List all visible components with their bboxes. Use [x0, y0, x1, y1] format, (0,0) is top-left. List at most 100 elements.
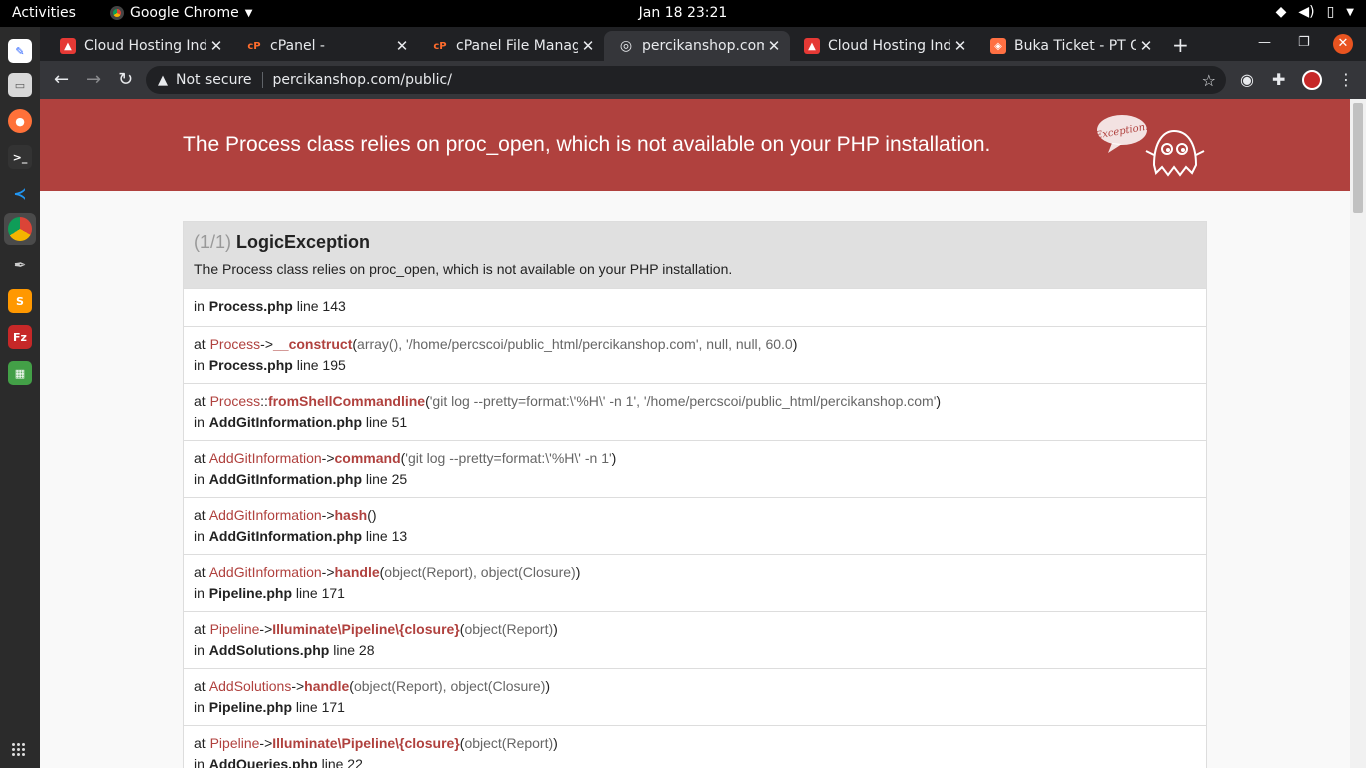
dock: ✎ ▭ ● >_ ≺ ✒ S Fz ▦	[0, 27, 40, 768]
spreadsheet-icon[interactable]: ▦	[8, 361, 32, 385]
frame-function: __construct	[273, 336, 353, 352]
frame-in-label: in	[194, 414, 205, 430]
inkscape-icon[interactable]: ✒	[8, 253, 32, 277]
frame-file: Pipeline.php	[208, 585, 293, 601]
frame-args-close: )	[575, 564, 581, 580]
text-editor-icon[interactable]: ✎	[8, 39, 32, 63]
frame-args: 'git log --pretty=format:\'%H\' -n 1', '…	[429, 393, 937, 409]
frame-class: AddGitInformation	[208, 564, 322, 580]
frame-file: AddQueries.php	[208, 756, 318, 768]
trace-frame: at Pipeline->Illuminate\Pipeline\{closur…	[184, 611, 1206, 668]
frame-class: Pipeline	[209, 735, 260, 751]
frame-at-label: at	[194, 621, 206, 637]
minimize-button[interactable]: —	[1258, 35, 1271, 50]
wifi-icon: ◆	[1275, 4, 1287, 20]
chrome-icon[interactable]	[8, 217, 32, 241]
url-text[interactable]: percikanshop.com/public/	[273, 72, 452, 88]
frame-args: object(Report), object(Closure)	[353, 678, 546, 694]
scrollbar-thumb[interactable]	[1353, 103, 1363, 213]
warning-icon[interactable]: ▲	[158, 73, 168, 88]
close-icon[interactable]: ✕	[764, 37, 784, 55]
tab-cpanel-file-manager[interactable]: cP cPanel File Manag ✕	[418, 31, 604, 61]
extension-icon[interactable]: ◉	[1240, 70, 1254, 89]
close-icon[interactable]: ✕	[578, 37, 598, 55]
more-menu-icon[interactable]: ⋮	[1338, 70, 1354, 89]
frame-args: object(Report)	[464, 621, 554, 637]
show-apps-icon[interactable]	[12, 743, 26, 757]
frame-in-label: in	[194, 357, 205, 373]
frame-at-label: at	[194, 393, 206, 409]
frame-location: in Pipeline.php line 171	[194, 699, 1196, 715]
firefox-icon[interactable]: ●	[8, 109, 32, 133]
frame-in-label: in	[194, 528, 205, 544]
security-status[interactable]: Not secure	[176, 72, 252, 88]
tab-percikanshop[interactable]: ◎ percikanshop.com ✕	[604, 31, 790, 61]
frame-in-label: in	[194, 699, 205, 715]
cloudhost-icon: ▲	[804, 38, 820, 54]
frame-args: object(Report), object(Closure)	[384, 564, 576, 580]
tab-strip: ▲ Cloud Hosting Ind ✕ cP cPanel - ✕ cP c…	[40, 27, 1366, 61]
close-icon[interactable]: ✕	[1136, 37, 1156, 55]
frame-call: at Pipeline->Illuminate\Pipeline\{closur…	[194, 735, 1196, 756]
close-icon[interactable]: ✕	[206, 37, 226, 55]
cloudhost-icon: ▲	[60, 38, 76, 54]
address-bar[interactable]: ▲ Not secure percikanshop.com/public/ ☆	[146, 66, 1226, 94]
frame-at-label: at	[194, 336, 206, 352]
files-icon[interactable]: ▭	[8, 73, 32, 97]
close-icon[interactable]: ✕	[392, 37, 412, 55]
chevron-down-icon: ▼	[1346, 6, 1354, 18]
vscode-icon[interactable]: ≺	[8, 181, 32, 205]
frame-call: at Process->__construct(array(), '/home/…	[194, 336, 1196, 357]
frame-args: object(Report)	[464, 735, 554, 751]
cpanel-icon: cP	[247, 40, 261, 52]
frame-at-label: at	[194, 678, 206, 694]
frame-location: in Pipeline.php line 171	[194, 585, 1196, 601]
tab-cpanel[interactable]: cP cPanel - ✕	[232, 31, 418, 61]
tab-title: cPanel -	[270, 38, 325, 54]
frame-location: in AddGitInformation.php line 51	[194, 414, 1196, 430]
forward-button[interactable]: →	[86, 69, 101, 90]
frame-function: fromShellCommandline	[267, 393, 426, 409]
new-tab-button[interactable]: +	[1172, 33, 1189, 57]
filezilla-icon[interactable]: Fz	[8, 325, 32, 349]
back-button[interactable]: ←	[54, 69, 69, 90]
tab-title: percikanshop.com	[642, 38, 764, 54]
reload-button[interactable]: ↻	[118, 69, 133, 90]
close-icon[interactable]: ✕	[950, 37, 970, 55]
sublime-icon[interactable]: S	[8, 289, 32, 313]
frame-call: at AddGitInformation->handle(object(Repo…	[194, 564, 1196, 585]
page-scrollbar[interactable]	[1350, 99, 1366, 768]
tab-cloud-hosting-2[interactable]: ▲ Cloud Hosting Ind ✕	[790, 31, 976, 61]
frame-in-label: in	[194, 471, 205, 487]
frame-operator: ::	[260, 393, 268, 409]
trace-frame: at Process::fromShellCommandline('git lo…	[184, 383, 1206, 440]
trace-frame: at AddSolutions->handle(object(Report), …	[184, 668, 1206, 725]
frame-class: Process	[209, 336, 261, 352]
window-close-button[interactable]: ✕	[1333, 34, 1353, 54]
frame-function: handle	[334, 564, 380, 580]
maximize-button[interactable]: ❐	[1298, 35, 1310, 50]
bookmark-star-icon[interactable]: ☆	[1202, 71, 1216, 90]
ticket-icon: ◈	[990, 38, 1006, 54]
avatar[interactable]	[1302, 70, 1322, 90]
trace-frame: at AddGitInformation->handle(object(Repo…	[184, 554, 1206, 611]
frame-function: Illuminate\Pipeline\{closure}	[272, 621, 460, 637]
frame-args: array(), '/home/percscoi/public_html/per…	[357, 336, 793, 352]
frame-in-label: in	[194, 642, 205, 658]
browser-toolbar: ← → ↻ ▲ Not secure percikanshop.com/publ…	[40, 61, 1366, 99]
extensions-puzzle-icon[interactable]: ✚	[1272, 70, 1285, 89]
frame-args-close: )	[553, 621, 558, 637]
frame-line: line 51	[365, 414, 408, 430]
tab-title: cPanel File Manag	[456, 38, 578, 54]
frame-args-close: )	[936, 393, 942, 409]
frame-class: Pipeline	[209, 621, 260, 637]
frame-location: in Process.php line 195	[194, 357, 1196, 373]
frame-class: AddGitInformation	[208, 450, 322, 466]
frame-at-label: at	[194, 564, 206, 580]
system-tray[interactable]: ◆ ◀) ▯ ▼	[1276, 4, 1354, 20]
tab-cloud-hosting-1[interactable]: ▲ Cloud Hosting Ind ✕	[46, 31, 232, 61]
clock[interactable]: Jan 18 23:21	[0, 5, 1366, 21]
battery-icon: ▯	[1326, 4, 1335, 20]
terminal-icon[interactable]: >_	[8, 145, 32, 169]
tab-buka-ticket[interactable]: ◈ Buka Ticket - PT Q ✕	[976, 31, 1162, 61]
